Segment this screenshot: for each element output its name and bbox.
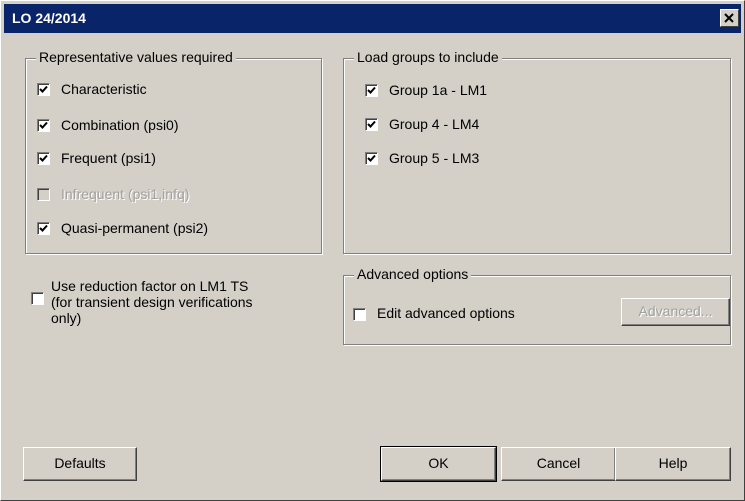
edit-advanced-checkbox[interactable] bbox=[353, 308, 366, 321]
frequent-checkbox[interactable] bbox=[37, 152, 50, 165]
check-icon bbox=[367, 154, 376, 162]
characteristic-label: Characteristic bbox=[61, 81, 147, 97]
defaults-button[interactable]: Defaults bbox=[23, 447, 137, 481]
help-button[interactable]: Help bbox=[615, 447, 731, 481]
window-title: LO 24/2014 bbox=[12, 10, 86, 26]
check-icon bbox=[39, 121, 48, 129]
combination-checkbox[interactable] bbox=[37, 119, 50, 132]
dialog-window: LO 24/2014 Representative values require… bbox=[0, 0, 745, 501]
cancel-button[interactable]: Cancel bbox=[501, 447, 616, 481]
reduction-factor-label: Use reduction factor on LM1 TS (for tran… bbox=[51, 278, 253, 326]
advanced-button[interactable]: Advanced... bbox=[621, 298, 730, 326]
reduction-factor-checkbox[interactable] bbox=[31, 292, 44, 305]
check-icon bbox=[39, 224, 48, 232]
check-icon bbox=[367, 86, 376, 94]
check-icon bbox=[39, 85, 48, 93]
infrequent-checkbox[interactable] bbox=[37, 188, 50, 201]
representative-values-legend: Representative values required bbox=[36, 49, 236, 65]
advanced-options-legend: Advanced options bbox=[354, 266, 472, 282]
group-4-checkbox[interactable] bbox=[365, 118, 378, 131]
edit-advanced-label: Edit advanced options bbox=[377, 305, 515, 321]
group-5-label: Group 5 - LM3 bbox=[389, 150, 480, 166]
frequent-label: Frequent (psi1) bbox=[61, 150, 156, 166]
characteristic-checkbox[interactable] bbox=[37, 83, 50, 96]
group-1a-checkbox[interactable] bbox=[365, 84, 378, 97]
group-5-checkbox[interactable] bbox=[365, 152, 378, 165]
group-1a-label: Group 1a - LM1 bbox=[389, 82, 488, 98]
title-bar[interactable]: LO 24/2014 bbox=[4, 4, 741, 33]
check-icon bbox=[367, 120, 376, 128]
ok-button[interactable]: OK bbox=[380, 446, 497, 482]
infrequent-label: Infrequent (psi1,infq) bbox=[61, 186, 190, 202]
load-groups-legend: Load groups to include bbox=[354, 49, 502, 65]
quasi-permanent-checkbox[interactable] bbox=[37, 222, 50, 235]
combination-label: Combination (psi0) bbox=[61, 117, 179, 133]
close-icon bbox=[724, 13, 734, 23]
check-icon bbox=[39, 154, 48, 162]
quasi-permanent-label: Quasi-permanent (psi2) bbox=[61, 220, 209, 236]
group-4-label: Group 4 - LM4 bbox=[389, 116, 480, 132]
close-button[interactable] bbox=[720, 9, 739, 27]
